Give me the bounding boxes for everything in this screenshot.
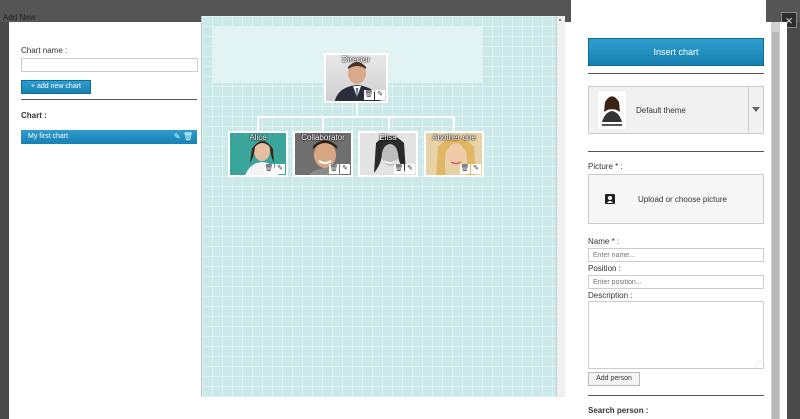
trash-icon[interactable]: 🗑 bbox=[264, 164, 274, 174]
chart-heading: Chart : bbox=[21, 111, 47, 120]
trash-icon[interactable]: 🗑 bbox=[183, 132, 193, 141]
node-tools: 🗑 ✎ bbox=[329, 164, 350, 174]
canvas-scrollbar[interactable] bbox=[556, 16, 565, 397]
connector-line bbox=[356, 102, 358, 116]
theme-select-separator bbox=[748, 86, 749, 134]
upload-picture-button[interactable]: Upload or choose picture bbox=[588, 174, 764, 224]
contact-card-icon bbox=[605, 194, 615, 204]
connector-line bbox=[453, 116, 455, 131]
trash-icon[interactable]: 🗑 bbox=[460, 164, 470, 174]
scroll-up-arrow-icon[interactable]: ▲ bbox=[557, 17, 563, 23]
theme-preview-icon bbox=[597, 90, 627, 130]
trash-icon[interactable]: 🗑 bbox=[364, 90, 374, 100]
node-name: Another one bbox=[432, 133, 476, 142]
add-new-chart-button[interactable]: + add new chart bbox=[21, 80, 91, 94]
position-label: Position : bbox=[588, 264, 621, 273]
chart-name-label: Chart name : bbox=[21, 46, 68, 55]
node-name: Director bbox=[341, 55, 370, 64]
divider bbox=[588, 151, 764, 152]
connector-line bbox=[257, 116, 259, 131]
pencil-icon[interactable]: ✎ bbox=[471, 164, 481, 174]
divider bbox=[588, 395, 764, 396]
connector-line bbox=[388, 116, 390, 131]
node-tools: 🗑 ✎ bbox=[364, 90, 385, 100]
org-node-child[interactable]: Another one 🗑 ✎ bbox=[424, 131, 484, 177]
org-node-child[interactable]: Alice 🗑 ✎ bbox=[228, 131, 288, 177]
org-node-child[interactable]: Collaborator 🗑 ✎ bbox=[293, 131, 353, 177]
person-name-input[interactable] bbox=[588, 248, 764, 262]
node-name: Alice bbox=[249, 133, 267, 142]
node-tools: 🗑 ✎ bbox=[394, 164, 415, 174]
description-label: Description : bbox=[588, 291, 633, 300]
chart-name-input[interactable] bbox=[21, 58, 198, 72]
org-node-director[interactable]: Director 🗑 ✎ bbox=[324, 53, 388, 103]
background-add-new-label: Add New bbox=[3, 13, 36, 22]
connector-line bbox=[257, 116, 455, 118]
trash-icon[interactable]: 🗑 bbox=[394, 164, 404, 174]
node-tools: 🗑 ✎ bbox=[264, 164, 285, 174]
chart-item-label: My first chart bbox=[28, 133, 69, 140]
pencil-icon[interactable]: ✎ bbox=[174, 132, 181, 141]
node-tools: 🗑 ✎ bbox=[460, 164, 481, 174]
theme-label: Default theme bbox=[636, 106, 686, 115]
pencil-icon[interactable]: ✎ bbox=[340, 164, 350, 174]
node-name: Elisa bbox=[379, 133, 397, 142]
divider bbox=[21, 99, 197, 100]
picture-label: Picture * : bbox=[588, 162, 623, 171]
chart-item-actions: ✎ 🗑 bbox=[174, 130, 193, 144]
search-person-label: Search person : bbox=[588, 406, 649, 415]
trash-icon[interactable]: 🗑 bbox=[329, 164, 339, 174]
upload-label: Upload or choose picture bbox=[638, 195, 727, 204]
name-label: Name * : bbox=[588, 237, 620, 246]
insert-chart-button[interactable]: Insert chart bbox=[588, 38, 764, 66]
resize-handle-icon[interactable]: ⋰ bbox=[755, 360, 761, 367]
chart-list-item[interactable]: My first chart ✎ 🗑 bbox=[21, 130, 197, 144]
dialog-scrollbar-thumb[interactable] bbox=[772, 32, 779, 419]
divider bbox=[588, 73, 764, 74]
chevron-down-icon[interactable] bbox=[752, 107, 760, 112]
position-input[interactable] bbox=[588, 275, 764, 289]
connector-line bbox=[322, 116, 324, 131]
description-textarea[interactable]: ⋰ bbox=[588, 301, 764, 369]
left-panel: Chart name : + add new chart Chart : My … bbox=[9, 22, 209, 419]
pencil-icon[interactable]: ✎ bbox=[375, 90, 385, 100]
node-name: Collaborator bbox=[301, 133, 345, 142]
background-right-edge bbox=[787, 22, 800, 419]
pencil-icon[interactable]: ✎ bbox=[405, 164, 415, 174]
background-left-edge bbox=[0, 22, 9, 419]
pencil-icon[interactable]: ✎ bbox=[275, 164, 285, 174]
theme-select[interactable]: Default theme bbox=[588, 86, 764, 134]
org-node-child[interactable]: Elisa 🗑 ✎ bbox=[358, 131, 418, 177]
add-person-button[interactable]: Add person bbox=[588, 372, 640, 386]
